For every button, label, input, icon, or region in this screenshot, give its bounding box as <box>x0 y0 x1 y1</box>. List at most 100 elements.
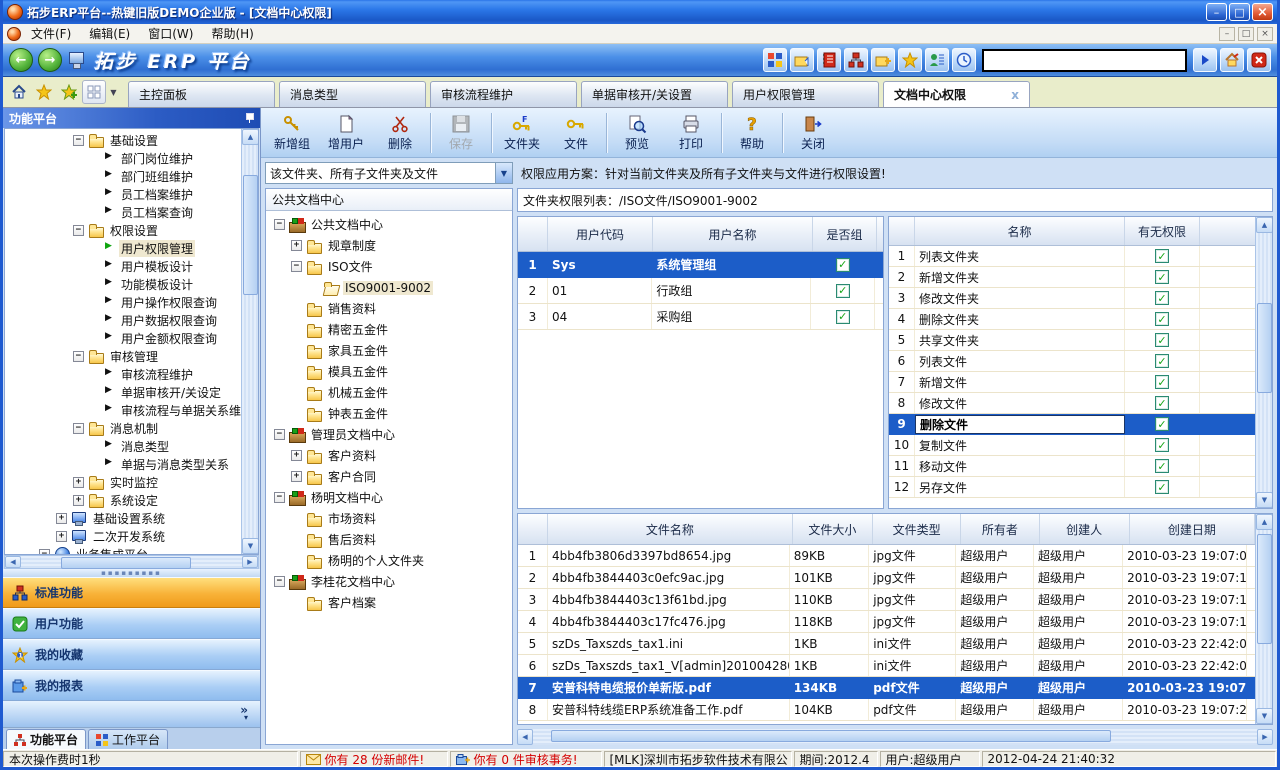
document-tree-item[interactable]: 市场资料 <box>266 508 512 529</box>
files-table-vscrollbar[interactable]: ▲ ▼ <box>1255 514 1272 724</box>
user-group-row[interactable]: 3 04 采购组 ✓ <box>518 304 883 330</box>
expand-toggle-icon[interactable]: + <box>73 495 84 506</box>
new-group-button[interactable]: 新增组 <box>265 110 319 156</box>
document-tree-item[interactable]: + 客户资料 <box>266 445 512 466</box>
permission-row[interactable]: 1 列表文件夹 ✓ <box>889 246 1255 267</box>
panel-my-reports[interactable]: 我的报表 <box>3 670 260 701</box>
has-permission-checkbox[interactable]: ✓ <box>1155 312 1169 326</box>
layout-grid-caret[interactable]: ▼ <box>107 80 120 104</box>
clock-button[interactable] <box>952 48 976 72</box>
permission-row[interactable]: 8 修改文件 ✓ <box>889 393 1255 414</box>
menu-window[interactable]: 窗口(W) <box>140 24 201 43</box>
document-tab[interactable]: 审核流程维护 x <box>430 81 577 107</box>
column-header-has-perm[interactable]: 有无权限 <box>1125 217 1200 245</box>
column-header-perm-name[interactable]: 名称 <box>915 217 1125 245</box>
permission-row[interactable]: 11 移动文件 ✓ <box>889 456 1255 477</box>
document-tree-item[interactable]: 家具五金件 <box>266 340 512 361</box>
has-permission-checkbox[interactable]: ✓ <box>1155 333 1169 347</box>
function-tree-item[interactable]: − 消息机制 <box>5 419 241 437</box>
document-tab[interactable]: 单据审核开/关设置 x <box>581 81 728 107</box>
function-tree-item[interactable]: 用户数据权限查询 <box>5 311 241 329</box>
column-header-is-group[interactable]: 是否组 <box>813 217 877 251</box>
column-header-creator[interactable]: 创建人 <box>1040 514 1130 544</box>
column-header-file-name[interactable]: 文件名称 <box>548 514 793 544</box>
expand-toggle-icon[interactable]: − <box>73 225 84 236</box>
function-tree-item[interactable]: 用户权限管理 <box>5 239 241 257</box>
function-tree-item[interactable]: − 权限设置 <box>5 221 241 239</box>
is-group-checkbox[interactable]: ✓ <box>836 310 850 324</box>
child-minimize-button[interactable]: – <box>1219 27 1235 41</box>
menu-edit[interactable]: 编辑(E) <box>81 24 138 43</box>
document-tree-item[interactable]: ISO9001-9002 <box>266 277 512 298</box>
function-tree-item[interactable]: 员工档案维护 <box>5 185 241 203</box>
folder-add-button[interactable] <box>871 48 895 72</box>
print-button[interactable]: 打印 <box>664 110 718 156</box>
document-tab[interactable]: 文档中心权限 x <box>883 81 1030 107</box>
has-permission-checkbox[interactable]: ✓ <box>1155 249 1169 263</box>
panel-overflow-chevron[interactable]: »▾ <box>3 701 260 727</box>
document-tree-item[interactable]: + 客户合同 <box>266 466 512 487</box>
column-header-create-date[interactable]: 创建日期 <box>1130 514 1255 544</box>
close-view-button[interactable]: 关闭 <box>786 110 840 156</box>
function-tree-item[interactable]: + 二次开发系统 <box>5 527 241 545</box>
function-tree-item[interactable]: 用户模板设计 <box>5 257 241 275</box>
favorite-button[interactable] <box>32 80 56 104</box>
add-user-button[interactable]: 增用户 <box>319 110 373 156</box>
has-permission-checkbox[interactable]: ✓ <box>1155 396 1169 410</box>
has-permission-checkbox[interactable]: ✓ <box>1155 438 1169 452</box>
delete-button[interactable]: 删除 <box>373 110 427 156</box>
user-list-button[interactable] <box>925 48 949 72</box>
expand-toggle-icon[interactable]: − <box>39 549 50 555</box>
document-tree-item[interactable]: − 李桂花文档中心 <box>266 571 512 592</box>
sidebar-tree-hscrollbar[interactable]: ◀ ▶ <box>4 555 259 569</box>
permission-list-vscrollbar[interactable]: ▲ ▼ <box>1255 217 1272 508</box>
function-tree-item[interactable]: 单据与消息类型关系 <box>5 455 241 473</box>
favorite-add-button[interactable] <box>57 80 81 104</box>
document-tree-item[interactable]: − ISO文件 <box>266 256 512 277</box>
folder-permission-button[interactable]: F 文件夹 <box>495 110 549 156</box>
panel-grid-button[interactable] <box>763 48 787 72</box>
expand-toggle-icon[interactable]: − <box>274 576 285 587</box>
save-button[interactable]: 保存 <box>434 110 488 156</box>
has-permission-checkbox[interactable]: ✓ <box>1155 417 1169 431</box>
user-group-row[interactable]: 1 Sys 系统管理组 ✓ <box>518 252 883 278</box>
child-close-button[interactable]: × <box>1257 27 1273 41</box>
document-tree-item[interactable]: − 公共文档中心 <box>266 214 512 235</box>
document-tree-item[interactable]: 钟表五金件 <box>266 403 512 424</box>
mail-notification[interactable]: 你有 28 份新邮件! <box>300 751 448 767</box>
preview-button[interactable]: 预览 <box>610 110 664 156</box>
go-button[interactable] <box>1193 48 1217 72</box>
user-group-row[interactable]: 2 01 行政组 ✓ <box>518 278 883 304</box>
document-tree-item[interactable]: + 规章制度 <box>266 235 512 256</box>
audit-notification[interactable]: 你有 0 件审核事务! <box>450 751 602 767</box>
exit-button[interactable] <box>1247 48 1271 72</box>
file-row[interactable]: 7 安普科特电缆报价单新版.pdf 134KB pdf文件 超级用户 超级用户 … <box>518 677 1255 699</box>
scope-dropdown[interactable]: 该文件夹、所有子文件夹及文件 ▼ <box>265 162 513 184</box>
function-tree-item[interactable]: + 实时监控 <box>5 473 241 491</box>
document-tree-item[interactable]: 杨明的个人文件夹 <box>266 550 512 571</box>
permission-row[interactable]: 5 共享文件夹 ✓ <box>889 330 1255 351</box>
document-tab[interactable]: 消息类型 x <box>279 81 426 107</box>
tab-work-platform[interactable]: 工作平台 <box>88 729 168 749</box>
function-tree-item[interactable]: 审核流程与单据关系维护 <box>5 401 241 419</box>
column-header-file-type[interactable]: 文件类型 <box>873 514 961 544</box>
layout-grid-button[interactable] <box>82 80 106 104</box>
tab-function-platform[interactable]: 功能平台 <box>6 729 86 749</box>
has-permission-checkbox[interactable]: ✓ <box>1155 375 1169 389</box>
file-row[interactable]: 2 4bb4fb3844403c0efc9ac.jpg 101KB jpg文件 … <box>518 567 1255 589</box>
permission-row[interactable]: 3 修改文件夹 ✓ <box>889 288 1255 309</box>
document-tree-item[interactable]: 模具五金件 <box>266 361 512 382</box>
chevron-down-icon[interactable]: ▼ <box>495 163 512 183</box>
has-permission-checkbox[interactable]: ✓ <box>1155 291 1169 305</box>
folder-up-button[interactable] <box>790 48 814 72</box>
function-tree-item[interactable]: 审核流程维护 <box>5 365 241 383</box>
sidebar-tree-vscrollbar[interactable]: ▲ ▼ <box>241 129 258 554</box>
function-tree-item[interactable]: − 审核管理 <box>5 347 241 365</box>
expand-toggle-icon[interactable]: + <box>291 240 302 251</box>
child-restore-button[interactable]: □ <box>1238 27 1254 41</box>
home-nav-button[interactable] <box>1220 48 1244 72</box>
file-row[interactable]: 6 szDs_Taxszds_tax1_V[admin]2010042801 1… <box>518 655 1255 677</box>
is-group-checkbox[interactable]: ✓ <box>836 284 850 298</box>
function-tree-item[interactable]: 单据审核开/关设定 <box>5 383 241 401</box>
expand-toggle-icon[interactable]: + <box>73 477 84 488</box>
